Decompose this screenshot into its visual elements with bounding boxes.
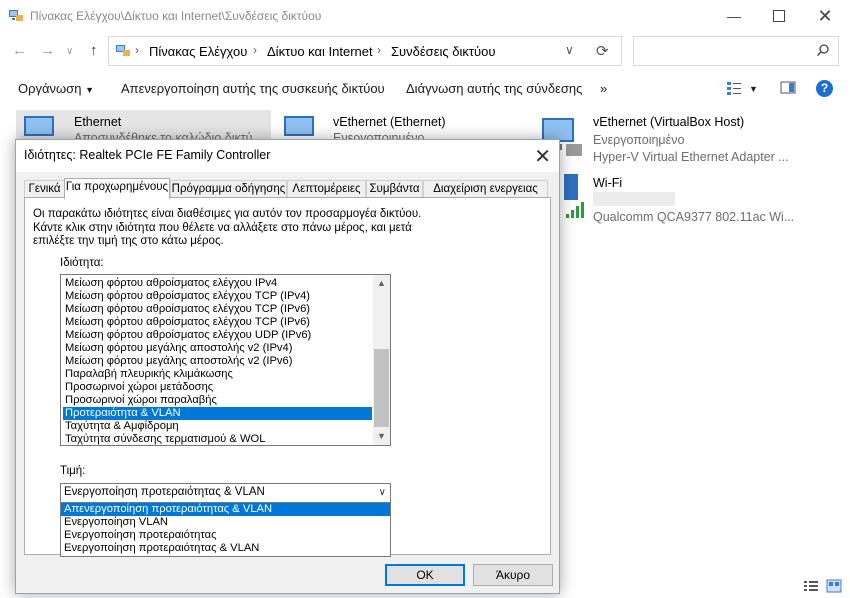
properties-dialog: Ιδιότητες: Realtek PCIe FE Family Contro… [15, 139, 560, 594]
scroll-up-icon[interactable]: ▲ [373, 275, 390, 292]
list-item-selected[interactable]: Προτεραιότητα & VLAN [63, 407, 372, 420]
connection-status: Ενεργοποιημένο [593, 133, 685, 147]
tab-details[interactable]: Λεπτομέρειες [287, 180, 366, 198]
dropdown-option-highlighted[interactable]: Απενεργοποίηση προτεραιότητας & VLAN [61, 503, 390, 516]
property-label: Ιδιότητα: [60, 257, 104, 269]
window-title: Πίνακας Ελέγχου\Δίκτυο και Internet\Συνδ… [30, 9, 322, 23]
value-label: Τιμή: [60, 465, 86, 477]
connection-vethernet-ethernet[interactable]: vEthernet (Ethernet) Ενεργοποιημένο [278, 110, 528, 140]
value-selected: Ενεργοποίηση προτεραιότητας & VLAN [64, 486, 265, 498]
address-bar[interactable]: › Πίνακας Ελέγχου › Δίκτυο και Internet … [108, 36, 622, 66]
list-item[interactable]: Μείωση φόρτου αθροίσματος ελέγχου TCP (I… [63, 316, 372, 329]
minimize-button[interactable]: — [711, 0, 757, 32]
tab-driver[interactable]: Πρόγραμμα οδήγησης [170, 180, 287, 198]
refresh-icon[interactable]: ⟳ [596, 42, 609, 60]
disable-device-button[interactable]: Απενεργοποίηση αυτής της συσκευής δικτύο… [121, 81, 385, 96]
chevron-down-icon[interactable]: ∨ [379, 487, 386, 498]
dialog-close-icon[interactable]: ✕ [534, 144, 551, 169]
list-item[interactable]: Ταχύτητα σύνδεσης τερματισμού & WOL [63, 433, 372, 445]
scroll-thumb[interactable] [374, 349, 389, 427]
close-button[interactable]: ✕ [802, 0, 848, 32]
command-toolbar: Οργάνωση ▼ Απενεργοποίηση αυτής της συσκ… [0, 76, 850, 102]
tab-events[interactable]: Συμβάντα [366, 180, 423, 198]
connection-name: Wi-Fi [593, 176, 623, 190]
dropdown-option[interactable]: Ενεργοποίηση προτεραιότητας & VLAN [61, 542, 390, 555]
close-icon: ✕ [817, 5, 833, 26]
view-dropdown-icon[interactable]: ▼ [749, 84, 758, 94]
property-scrollbar[interactable]: ▲ ▼ [373, 275, 390, 445]
list-item[interactable]: Μείωση φόρτου αθροίσματος ελέγχου TCP (I… [63, 303, 372, 316]
property-listbox[interactable]: Μείωση φόρτου αθροίσματος ελέγχου IPv4 Μ… [60, 274, 391, 446]
organize-button[interactable]: Οργάνωση ▼ [18, 81, 94, 96]
list-item[interactable]: Μείωση φόρτου αθροίσματος ελέγχου IPv4 [63, 277, 372, 290]
tab-general[interactable]: Γενικά [24, 180, 65, 198]
breadcrumb-separator-icon: › [253, 43, 257, 57]
breadcrumb-control-panel[interactable]: Πίνακας Ελέγχου [149, 44, 247, 59]
wifi-adapter-icon [564, 174, 584, 218]
cancel-button[interactable]: Άκυρο [473, 564, 553, 586]
dialog-title: Ιδιότητες: Realtek PCIe FE Family Contro… [24, 148, 271, 162]
value-combobox[interactable]: Ενεργοποίηση προτεραιότητας & VLAN ∨ [60, 483, 391, 503]
address-dropdown-icon[interactable]: ∨ [565, 43, 574, 57]
details-view-icon[interactable] [803, 579, 819, 593]
list-item[interactable]: Παραλαβή πλευρικής κλιμάκωσης [63, 368, 372, 381]
tab-power-management[interactable]: Διαχείριση ενεργειας [423, 180, 548, 198]
recent-locations-icon[interactable]: ∨ [66, 46, 73, 57]
list-item[interactable]: Μείωση φόρτου αθροίσματος ελέγχου UDP (I… [63, 329, 372, 342]
preview-pane-icon[interactable] [780, 80, 796, 96]
redacted-network-name [593, 192, 675, 206]
breadcrumb-separator-icon: › [377, 43, 381, 57]
connection-vethernet-virtualbox[interactable]: vEthernet (VirtualBox Host) Ενεργοποιημέ… [538, 110, 843, 170]
breadcrumb-separator-icon: › [135, 43, 139, 57]
ethernet-adapter-icon [24, 116, 54, 136]
maximize-button[interactable] [756, 0, 802, 32]
list-item[interactable]: Μείωση φόρτου μεγάλης αποστολής v2 (IPv6… [63, 355, 372, 368]
connection-ethernet[interactable]: Ethernet Αποσυνδέθηκε το καλώδιο δικτύ [16, 110, 271, 140]
advanced-description: Οι παρακάτω ιδιότητες είναι διαθέσιμες γ… [33, 208, 422, 247]
connection-name: Ethernet [74, 115, 122, 129]
help-icon[interactable]: ? [816, 80, 833, 97]
up-arrow-icon[interactable]: ↑ [90, 42, 98, 59]
window-titlebar: Πίνακας Ελέγχου\Δίκτυο και Internet\Συνδ… [0, 0, 850, 32]
large-icons-view-icon[interactable] [826, 579, 842, 593]
back-arrow-icon[interactable]: ← [12, 42, 27, 59]
organize-label: Οργάνωση [18, 81, 82, 96]
breadcrumb-network-internet[interactable]: Δίκτυο και Internet [267, 44, 373, 59]
maximize-icon [773, 10, 785, 22]
minimize-icon: — [727, 8, 741, 24]
ethernet-adapter-icon [284, 116, 314, 136]
network-connections-icon [9, 10, 23, 21]
forward-arrow-icon[interactable]: → [40, 42, 55, 59]
dropdown-option[interactable]: Ενεργοποίηση VLAN [61, 516, 390, 529]
connection-adapter: Qualcomm QCA9377 802.11ac Wi... [593, 210, 795, 224]
list-item[interactable]: Ταχύτητα & Αμφίδρομη [63, 420, 372, 433]
connection-name: vEthernet (Ethernet) [333, 115, 446, 129]
dropdown-arrow-icon: ▼ [85, 85, 94, 95]
more-commands-button[interactable]: » [600, 81, 607, 96]
dropdown-option[interactable]: Ενεργοποίηση προτεραιότητας [61, 529, 390, 542]
view-options-icon[interactable] [726, 80, 742, 96]
list-item[interactable]: Μείωση φόρτου μεγάλης αποστολής v2 (IPv4… [63, 342, 372, 355]
dialog-titlebar: Ιδιότητες: Realtek PCIe FE Family Contro… [16, 140, 559, 172]
scroll-down-icon[interactable]: ▼ [373, 428, 390, 445]
diagnose-connection-button[interactable]: Διάγνωση αυτής της σύνδεσης [406, 81, 582, 96]
value-dropdown-list: Απενεργοποίηση προτεραιότητας & VLAN Ενε… [60, 502, 391, 557]
list-item[interactable]: Μείωση φόρτου αθροίσματος ελέγχου TCP (I… [63, 290, 372, 303]
ok-button[interactable]: OK [385, 564, 465, 586]
search-icon [816, 44, 829, 57]
list-item[interactable]: Προσωρινοί χώροι μετάδοσης [63, 381, 372, 394]
connection-adapter: Hyper-V Virtual Ethernet Adapter ... [593, 150, 789, 164]
breadcrumb-network-connections[interactable]: Συνδέσεις δικτύου [391, 44, 495, 59]
control-panel-icon [116, 45, 130, 56]
tab-advanced[interactable]: Για προχωρημένους [64, 178, 170, 199]
list-item[interactable]: Προσωρινοί χώροι παραλαβής [63, 394, 372, 407]
connection-wifi[interactable]: Wi-Fi Qualcomm QCA9377 802.11ac Wi... [538, 172, 843, 228]
connection-name: vEthernet (VirtualBox Host) [593, 115, 745, 129]
search-input[interactable] [633, 36, 839, 66]
